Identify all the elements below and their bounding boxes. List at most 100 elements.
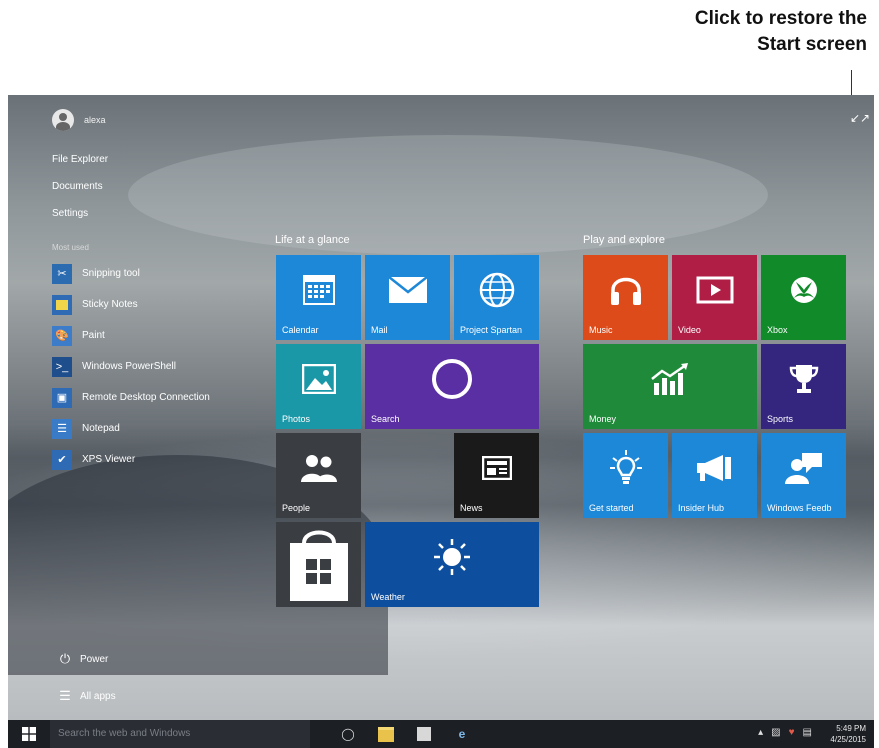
restore-start-screen-icon[interactable]: ↙↗ xyxy=(850,110,870,126)
app-snipping-tool[interactable]: ✂ Snipping tool xyxy=(52,258,210,289)
tile-weather[interactable]: Weather xyxy=(365,522,539,607)
app-notepad[interactable]: ☰ Notepad xyxy=(52,413,210,444)
store-icon[interactable] xyxy=(414,724,434,744)
paint-icon: 🎨 xyxy=(52,325,72,346)
tile-people[interactable]: People xyxy=(276,433,361,518)
app-label: Snipping tool xyxy=(82,268,140,279)
file-explorer-icon[interactable] xyxy=(376,724,396,744)
group-life-at-a-glance[interactable]: Life at a glance xyxy=(275,234,350,246)
video-icon xyxy=(672,255,757,324)
group-play-and-explore[interactable]: Play and explore xyxy=(583,234,665,246)
action-center-icon[interactable]: ▤ xyxy=(803,727,812,738)
tile-mail[interactable]: Mail xyxy=(365,255,450,340)
tile-search[interactable]: Search xyxy=(365,344,539,429)
tile-label: Insider Hub xyxy=(678,503,725,513)
tile-sports[interactable]: Sports xyxy=(761,344,846,429)
tile-label: Project Spartan xyxy=(460,325,523,335)
tile-label: Video xyxy=(678,325,701,335)
internet-explorer-icon[interactable]: e xyxy=(452,724,472,744)
clock[interactable]: 5:49 PM 4/25/2015 xyxy=(830,723,866,745)
annotation-line-2: Start screen xyxy=(757,34,867,55)
tile-label: Music xyxy=(589,325,613,335)
app-remote-desktop[interactable]: ▣ Remote Desktop Connection xyxy=(52,382,210,413)
tile-insider-hub[interactable]: Insider Hub xyxy=(672,433,757,518)
app-label: Sticky Notes xyxy=(82,299,138,310)
place-file-explorer[interactable]: File Explorer xyxy=(52,151,108,178)
tile-music[interactable]: Music xyxy=(583,255,668,340)
annotation-line-1: Click to restore the xyxy=(694,8,867,29)
xbox-icon xyxy=(761,255,846,324)
most-used-heading: Most used xyxy=(52,243,89,252)
tile-windows-feedback[interactable]: Windows Feedb xyxy=(761,433,846,518)
volume-icon[interactable]: ♥ xyxy=(789,727,795,738)
power-icon: ⏻ xyxy=(59,651,71,666)
sun-icon xyxy=(365,522,539,591)
app-windows-powershell[interactable]: >_ Windows PowerShell xyxy=(52,351,210,382)
taskbar: Search the web and Windows ◯ e ▴ ▨ ♥ ▤ 5… xyxy=(8,720,874,748)
tile-news[interactable]: News xyxy=(454,433,539,518)
note-icon xyxy=(52,294,72,315)
places-list: File Explorer Documents Settings xyxy=(52,151,108,232)
all-apps-button[interactable]: ☰ All apps xyxy=(58,688,116,704)
power-label: Power xyxy=(80,653,109,665)
place-settings[interactable]: Settings xyxy=(52,205,108,232)
tile-money[interactable]: Money xyxy=(583,344,757,429)
most-used-apps: ✂ Snipping tool Sticky Notes 🎨 Paint >_ … xyxy=(52,258,210,475)
start-button[interactable] xyxy=(22,727,36,741)
place-documents[interactable]: Documents xyxy=(52,178,108,205)
network-icon[interactable]: ▨ xyxy=(771,727,780,738)
app-label: XPS Viewer xyxy=(82,454,136,465)
search-input[interactable]: Search the web and Windows xyxy=(50,720,310,748)
task-view-icon[interactable]: ◯ xyxy=(338,724,358,744)
tile-label: Weather xyxy=(371,592,405,602)
power-button[interactable]: ⏻ Power xyxy=(58,651,109,667)
annotation-callout: Click to restore the Start screen xyxy=(607,6,867,58)
app-xps-viewer[interactable]: ✔ XPS Viewer xyxy=(52,444,210,475)
tile-xbox[interactable]: Xbox xyxy=(761,255,846,340)
notepad-icon: ☰ xyxy=(52,418,72,439)
megaphone-icon xyxy=(672,433,757,502)
headphones-icon xyxy=(583,255,668,324)
tile-label: People xyxy=(282,503,311,513)
tile-label: Windows Feedb xyxy=(767,503,832,513)
store-bag-icon xyxy=(276,522,361,607)
tile-get-started[interactable]: Get started xyxy=(583,433,668,518)
time: 5:49 PM xyxy=(836,724,866,733)
date: 4/25/2015 xyxy=(830,735,866,744)
taskbar-pinned: ◯ e xyxy=(338,724,472,744)
tile-label: Calendar xyxy=(282,325,319,335)
app-label: Notepad xyxy=(82,423,120,434)
app-label: Paint xyxy=(82,330,105,341)
scissors-icon: ✂ xyxy=(52,263,72,284)
lightbulb-icon xyxy=(583,433,668,502)
user-account[interactable]: alexa xyxy=(52,109,106,131)
app-label: Remote Desktop Connection xyxy=(82,392,210,403)
tile-label: Photos xyxy=(282,414,311,424)
tile-photos[interactable]: Photos xyxy=(276,344,361,429)
start-menu: ↙↗ alexa File Explorer Documents Setting… xyxy=(8,95,874,720)
list-icon: ☰ xyxy=(59,688,71,703)
avatar xyxy=(52,109,74,131)
cortana-icon xyxy=(365,344,539,413)
tile-label: Sports xyxy=(767,414,794,424)
chart-growth-icon xyxy=(583,344,757,413)
people-icon xyxy=(276,433,361,502)
app-paint[interactable]: 🎨 Paint xyxy=(52,320,210,351)
tile-label: Get started xyxy=(589,503,634,513)
app-sticky-notes[interactable]: Sticky Notes xyxy=(52,289,210,320)
globe-icon xyxy=(454,255,539,324)
user-name: alexa xyxy=(84,115,106,125)
mail-icon xyxy=(365,255,450,324)
windows-logo-icon xyxy=(22,727,36,741)
tile-project-spartan[interactable]: Project Spartan xyxy=(454,255,539,340)
xps-icon: ✔ xyxy=(52,449,72,470)
chevron-up-icon[interactable]: ▴ xyxy=(758,727,763,738)
tile-video[interactable]: Video xyxy=(672,255,757,340)
all-apps-label: All apps xyxy=(80,690,116,702)
tile-label: Mail xyxy=(371,325,388,335)
tile-store[interactable] xyxy=(276,522,361,607)
tile-calendar[interactable]: Calendar xyxy=(276,255,361,340)
wallpaper-clouds xyxy=(128,135,768,255)
powershell-icon: >_ xyxy=(52,356,72,377)
tile-label: Search xyxy=(371,414,400,424)
